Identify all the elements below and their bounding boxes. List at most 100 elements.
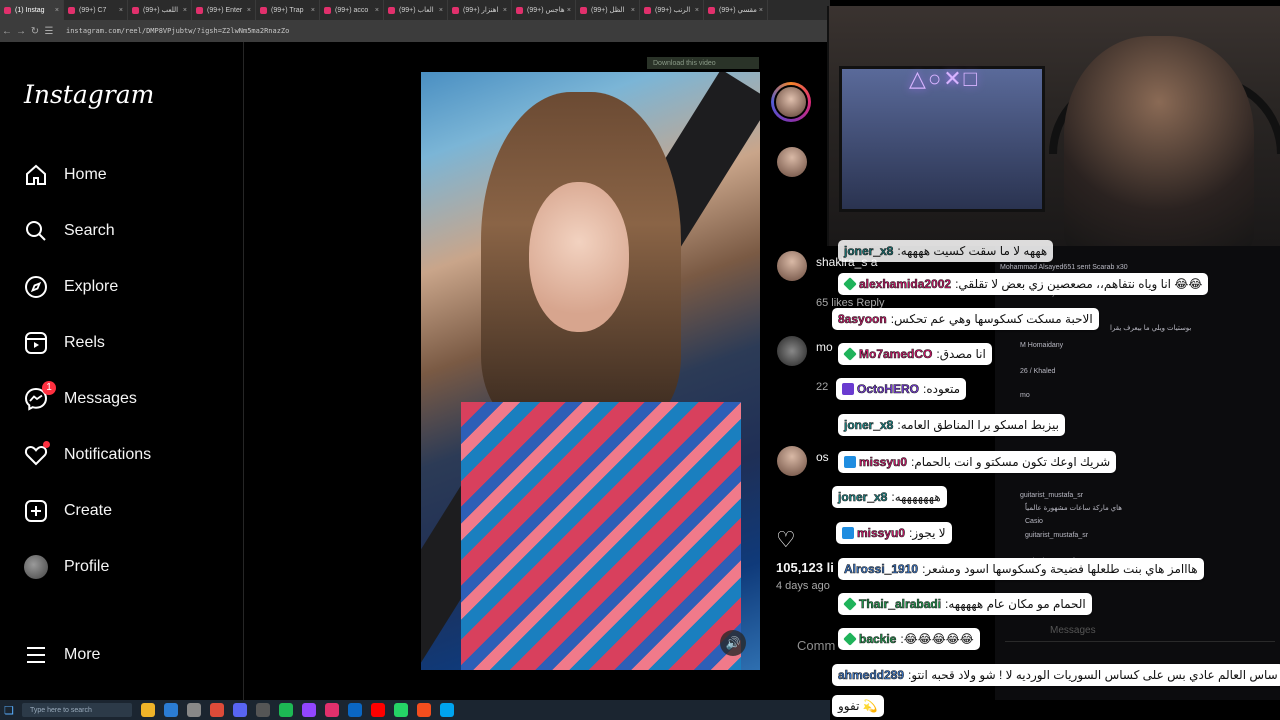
comment-avatar[interactable]	[777, 336, 807, 366]
tab-close-icon[interactable]: ×	[247, 7, 251, 14]
author-avatar[interactable]	[771, 82, 811, 122]
like-icon[interactable]: ♡	[776, 527, 796, 553]
reel-video[interactable]: 🔊	[421, 72, 760, 670]
chat-username: OctoHERO	[857, 382, 920, 397]
chat-message: Thair_alrabadi: الحمام مو مكان عام ههههه…	[838, 593, 1092, 615]
whatsapp-icon[interactable]	[394, 703, 408, 717]
youtube-icon[interactable]	[371, 703, 385, 717]
home-icon	[22, 161, 50, 189]
chat-username: alexhamida2002	[859, 277, 952, 292]
browser-tab[interactable]: (99+) مقسي ×	[704, 0, 768, 20]
app-icon[interactable]	[348, 703, 362, 717]
chat-username: Mo7amedCO	[859, 347, 933, 362]
folder-icon[interactable]	[141, 703, 155, 717]
tab-close-icon[interactable]: ×	[631, 7, 635, 14]
browser-tab[interactable]: (99+) هاجس ×	[512, 0, 576, 20]
tab-close-icon[interactable]: ×	[55, 7, 59, 14]
tab-close-icon[interactable]: ×	[503, 7, 507, 14]
sidebar-item-explore[interactable]: Explore	[22, 270, 118, 304]
sidebar-item-create[interactable]: Create	[22, 494, 112, 528]
address-bar[interactable]: ← → ↻ ☰ instagram.com/reel/DMP8VPjubtw/?…	[0, 20, 830, 42]
chat-username: backie	[859, 632, 897, 647]
chat-message: OctoHERO: متعوده	[836, 378, 967, 400]
taskbar-search[interactable]: Type here to search	[22, 703, 132, 717]
messenger-icon: 1	[22, 381, 56, 413]
spotify-icon[interactable]	[279, 703, 293, 717]
tab-label: (99+) اللعب	[143, 7, 179, 14]
chat-message: Mo7amedCO: انا مصدق	[838, 343, 992, 365]
chat-message: backie: 😂😂😂😂😂	[838, 628, 980, 650]
url-text[interactable]: instagram.com/reel/DMP8VPjubtw/?igsh=Z2l…	[66, 27, 289, 35]
browser-tab[interactable]: (99+) اهنزار ×	[448, 0, 512, 20]
browser-tab[interactable]: (99+) الرنب ×	[640, 0, 704, 20]
browser-tab[interactable]: (99+) اللعب ×	[128, 0, 192, 20]
sidebar-item-messages[interactable]: 1 Messages	[22, 381, 137, 416]
tab-close-icon[interactable]: ×	[119, 7, 123, 14]
browser-tab[interactable]: (99+) C7 ×	[64, 0, 128, 20]
chat-username: joner_x8	[844, 244, 894, 259]
comment-username[interactable]: os	[816, 450, 829, 464]
tab-favicon-icon	[260, 6, 267, 14]
sidebar-item-notifications[interactable]: Notifications	[22, 438, 151, 472]
sidebar-item-home[interactable]: Home	[22, 158, 107, 192]
messages-badge: 1	[42, 381, 56, 395]
chat-text: الاحبة مسكت كسكوسها وهي عم تحكس	[894, 312, 1093, 326]
tab-close-icon[interactable]: ×	[311, 7, 315, 14]
sidebar-item-reels[interactable]: Reels	[22, 326, 105, 360]
tab-favicon-icon	[324, 6, 331, 14]
sidebar-item-label: Messages	[64, 390, 137, 407]
back-icon[interactable]: ←	[0, 26, 14, 37]
stream-panel-line: 26 / Khaled	[1020, 368, 1056, 375]
browser-tab[interactable]: (99+) acco ×	[320, 0, 384, 20]
caption-avatar[interactable]	[777, 147, 807, 177]
stream-panel-line: بوستيات ويلي ما بيعرف يقرا	[1110, 325, 1192, 332]
sidebar-item-more[interactable]: More	[22, 638, 100, 672]
chat-message: joner_x8: بيزبط امسكو برا المناطق العامه	[838, 414, 1065, 436]
browser-tab[interactable]: (99+) الظل ×	[576, 0, 640, 20]
stream-message-input[interactable]: Messages	[1005, 625, 1275, 642]
volume-icon[interactable]: 🔊	[720, 630, 746, 656]
chat-badge-icon	[843, 277, 857, 291]
obs-icon[interactable]	[256, 703, 270, 717]
discord-icon[interactable]	[233, 703, 247, 717]
comment-username[interactable]: mo	[816, 340, 833, 354]
sidebar-item-label: Create	[64, 502, 113, 519]
likes-count[interactable]: 105,123 li	[776, 560, 834, 575]
tab-close-icon[interactable]: ×	[695, 7, 699, 14]
forward-icon[interactable]: →	[14, 26, 28, 37]
app-icon[interactable]	[325, 703, 339, 717]
chat-message: ahmedd289: ساس العالم عادي بس على كساس ا…	[832, 664, 1280, 686]
tab-close-icon[interactable]: ×	[567, 7, 571, 14]
tab-close-icon[interactable]: ×	[439, 7, 443, 14]
instagram-logo[interactable]: Instagram	[24, 80, 154, 109]
tab-label: (99+) هاجس	[527, 7, 565, 14]
sidebar-item-search[interactable]: Search	[22, 214, 115, 248]
comment-avatar[interactable]	[777, 446, 807, 476]
download-video-bar[interactable]: Download this video	[647, 57, 759, 69]
edge-icon[interactable]	[164, 703, 178, 717]
tab-close-icon[interactable]: ×	[375, 7, 379, 14]
reload-icon[interactable]: ↻	[28, 26, 42, 37]
add-comment-input[interactable]: Comm	[797, 638, 835, 653]
windows-start-icon[interactable]: ❏	[0, 700, 18, 720]
reels-icon	[22, 329, 50, 357]
windows-taskbar: ❏ Type here to search	[0, 700, 830, 720]
site-info-icon[interactable]: ☰	[42, 26, 56, 37]
browser-tab[interactable]: (99+) العاب ×	[384, 0, 448, 20]
browser-tab[interactable]: (99+) Enter ×	[192, 0, 256, 20]
compass-icon	[22, 273, 50, 301]
tab-label: (99+) العاب	[399, 7, 434, 14]
browser-tab[interactable]: (99+) Trap ×	[256, 0, 320, 20]
app-icon[interactable]	[440, 703, 454, 717]
sidebar-item-profile[interactable]: Profile	[22, 550, 109, 584]
twitch-icon[interactable]	[302, 703, 316, 717]
chrome-icon[interactable]	[210, 703, 224, 717]
app-icon[interactable]	[417, 703, 431, 717]
tab-close-icon[interactable]: ×	[759, 7, 763, 14]
comment-avatar[interactable]	[777, 251, 807, 281]
hamburger-icon	[22, 641, 50, 669]
store-icon[interactable]	[187, 703, 201, 717]
browser-tab[interactable]: (1) Instag ×	[0, 0, 64, 20]
tab-close-icon[interactable]: ×	[183, 7, 187, 14]
tab-favicon-icon	[452, 6, 459, 14]
